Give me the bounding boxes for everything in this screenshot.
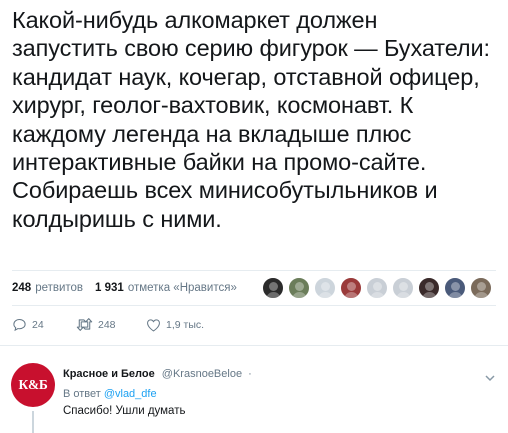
liker-avatar-2[interactable] — [288, 277, 310, 299]
likes-label[interactable]: отметка «Нравится» — [128, 282, 237, 294]
like-count: 1,9 тыс. — [166, 318, 205, 331]
retweet-action[interactable]: 248 — [76, 317, 146, 332]
reply-to-line: В ответ @vlad_dfe — [63, 388, 157, 400]
retweets-label[interactable]: ретвитов — [35, 282, 83, 294]
reply-header: Красное и Белое @KrasnoeBeloe · — [63, 368, 252, 380]
divider-top — [12, 270, 496, 271]
liker-avatar-4[interactable] — [340, 277, 362, 299]
avatar[interactable]: К&Б — [11, 363, 55, 407]
liker-avatar-3[interactable] — [314, 277, 336, 299]
reply-text: Спасибо! Ушли думать — [63, 405, 186, 417]
chevron-down-icon[interactable] — [484, 370, 496, 388]
reply-dot: · — [248, 368, 252, 380]
reply-count: 24 — [32, 318, 44, 331]
reply-action[interactable]: 24 — [12, 317, 76, 332]
reply-icon — [13, 318, 26, 332]
reply-to-mention[interactable]: @vlad_dfe — [104, 388, 157, 400]
divider-middle — [12, 305, 496, 306]
reply-author-name[interactable]: Красное и Белое — [63, 368, 155, 380]
retweet-count: 248 — [98, 318, 116, 331]
retweets-count[interactable]: 248 — [12, 282, 31, 294]
divider-bottom — [0, 345, 508, 346]
heart-icon — [147, 318, 160, 332]
likers-avatars — [262, 277, 496, 299]
avatar-logo-text: К&Б — [18, 377, 48, 392]
retweet-icon — [76, 318, 93, 331]
liker-avatar-1[interactable] — [262, 277, 284, 299]
like-action[interactable]: 1,9 тыс. — [146, 318, 204, 332]
reply-to-label: В ответ — [63, 388, 101, 400]
thread-line — [32, 411, 34, 433]
liker-avatar-9[interactable] — [470, 277, 492, 299]
liker-avatar-7[interactable] — [418, 277, 440, 299]
tweet-text: Какой-нибудь алкомаркет должен запустить… — [12, 7, 490, 232]
liker-avatar-5[interactable] — [366, 277, 388, 299]
tweet-stats: 248 ретвитов 1 931 отметка «Нравится» — [12, 280, 237, 296]
reply-tweet[interactable]: К&Б Красное и Белое @KrasnoeBeloe · В от… — [0, 356, 508, 433]
tweet-actions: 24 248 1,9 тыс. — [12, 317, 204, 332]
likes-count[interactable]: 1 931 — [95, 282, 124, 294]
liker-avatar-6[interactable] — [392, 277, 414, 299]
liker-avatar-8[interactable] — [444, 277, 466, 299]
reply-author-handle[interactable]: @KrasnoeBeloe — [162, 368, 242, 380]
